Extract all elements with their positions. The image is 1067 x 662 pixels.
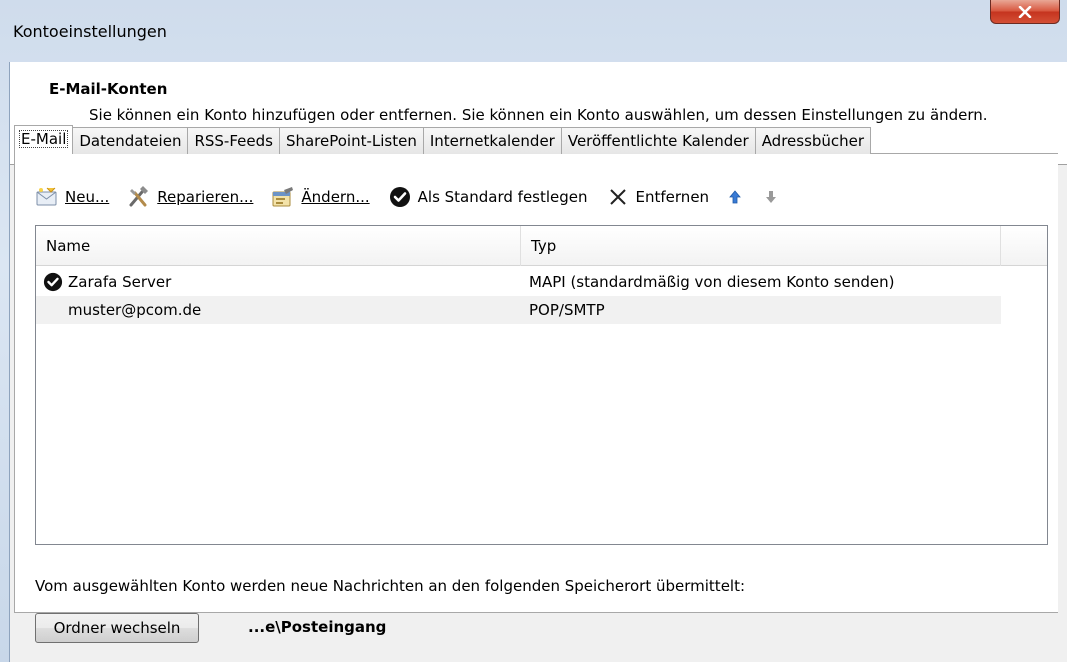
change-button-label: Ändern... [301, 188, 370, 206]
repair-button[interactable]: Reparieren... [127, 186, 253, 208]
new-mail-icon [35, 186, 59, 208]
move-up-button[interactable] [727, 188, 743, 206]
remove-button-label: Entfernen [635, 188, 710, 206]
table-row[interactable]: Zarafa Server MAPI (standardmäßig von di… [36, 268, 1001, 296]
tab-email-label: E-Mail [19, 130, 69, 148]
close-button[interactable] [990, 0, 1060, 24]
column-header-name[interactable]: Name [36, 226, 521, 266]
x-icon [606, 186, 630, 208]
arrow-down-icon [766, 191, 777, 203]
tab-address-books[interactable]: Adressbücher [754, 127, 872, 154]
new-button-label: Neu... [65, 188, 110, 206]
delivery-location-text: Vom ausgewählten Konto werden neue Nachr… [35, 577, 746, 595]
account-name: Zarafa Server [68, 273, 172, 291]
set-default-button-label: Als Standard festlegen [417, 188, 588, 206]
tab-rss-feeds[interactable]: RSS-Feeds [187, 127, 280, 154]
change-button[interactable]: Ändern... [271, 186, 370, 208]
account-settings-window: Kontoeinstellungen E-Mail-Konten Sie kön… [0, 0, 1067, 662]
close-icon [1018, 5, 1032, 18]
tab-sharepoint-lists[interactable]: SharePoint-Listen [278, 127, 424, 154]
tab-published-calendars[interactable]: Veröffentlichte Kalender [560, 127, 756, 154]
tab-strip: E-Mail Datendateien RSS-Feeds SharePoint… [14, 125, 872, 154]
account-name: muster@pcom.de [68, 301, 202, 319]
list-header: Name Typ [36, 226, 1047, 266]
repair-button-label: Reparieren... [157, 188, 254, 206]
arrow-up-icon [729, 190, 741, 204]
account-list[interactable]: Name Typ Zarafa Server MAPI (standardmäß… [35, 225, 1048, 545]
column-header-type[interactable]: Typ [521, 226, 1001, 266]
set-default-button[interactable]: Als Standard festlegen [388, 186, 588, 208]
tab-email[interactable]: E-Mail [14, 125, 74, 154]
tab-internet-calendars[interactable]: Internetkalender [422, 127, 562, 154]
checkmark-circle-icon [388, 186, 412, 208]
move-down-button[interactable] [763, 188, 779, 206]
account-type: POP/SMTP [529, 301, 605, 319]
repair-tools-icon [127, 186, 151, 208]
new-button[interactable]: Neu... [35, 186, 109, 208]
window-title: Kontoeinstellungen [13, 22, 167, 41]
title-bar[interactable]: Kontoeinstellungen [0, 0, 1067, 62]
delivery-folder-path: ...e\Posteingang [248, 618, 387, 636]
header-description: Sie können ein Konto hinzufügen oder ent… [89, 106, 988, 124]
account-toolbar: Neu... Reparieren... Ändern... Als Stand… [35, 183, 799, 211]
account-type: MAPI (standardmäßig von diesem Konto sen… [529, 273, 895, 291]
tab-data-files[interactable]: Datendateien [72, 127, 189, 154]
change-account-icon [271, 186, 295, 208]
remove-button[interactable]: Entfernen [606, 186, 710, 208]
change-folder-button[interactable]: Ordner wechseln [35, 613, 199, 643]
table-row[interactable]: muster@pcom.de POP/SMTP [36, 296, 1001, 324]
header-title: E-Mail-Konten [49, 80, 168, 98]
